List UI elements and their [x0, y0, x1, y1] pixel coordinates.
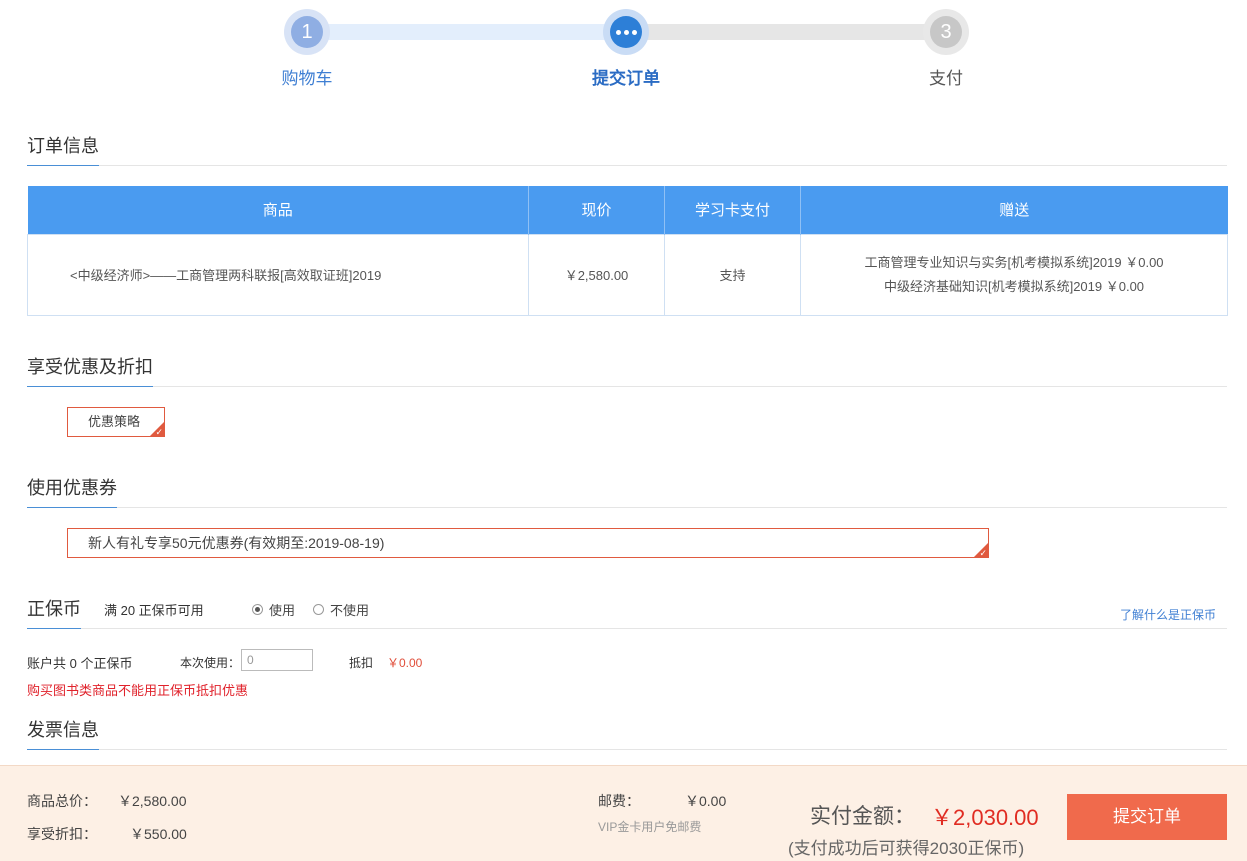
shipping-hint: VIP金卡用户免邮费 [598, 820, 702, 834]
step-number: 1 [291, 16, 323, 48]
shipping-label: 邮费： [598, 793, 640, 809]
coins-header: 正保币 [27, 597, 1227, 629]
pay-reward-note: (支付成功后可获得2030正保币) [788, 839, 1025, 858]
section-title: 订单信息 [27, 134, 99, 166]
discount-option-label: 优惠策略 [88, 414, 141, 429]
column-header-card-pay: 学习卡支付 [664, 186, 801, 234]
check-icon: ✓ [979, 548, 987, 558]
order-table: 商品 现价 学习卡支付 赠送 <中级经济师>——工商管理两科联报[高效取证班]2… [27, 186, 1228, 316]
step-pay-circle: 3 [923, 9, 969, 55]
section-title: 正保币 [27, 597, 81, 629]
table-header-row: 商品 现价 学习卡支付 赠送 [27, 186, 1228, 234]
total-price-value: ￥2,580.00 [118, 793, 187, 809]
coins-deduct-value: ￥0.00 [387, 656, 423, 670]
table-row: <中级经济师>——工商管理两科联报[高效取证班]2019 ￥2,580.00 支… [27, 233, 1228, 316]
gift-item: 中级经济基础知识[机考模拟系统]2019 ￥0.00 [883, 278, 1145, 294]
pay-amount-value: ￥2,030.00 [931, 805, 1039, 830]
more-dots-icon [610, 16, 642, 48]
coins-help-link[interactable]: 了解什么是正保币 [1120, 606, 1216, 623]
gift-item: 工商管理专业知识与实务[机考模拟系统]2019 ￥0.00 [864, 254, 1164, 270]
section-title: 发票信息 [27, 718, 99, 750]
coupon-header: 使用优惠券 [27, 476, 1227, 508]
section-title: 享受优惠及折扣 [27, 355, 153, 387]
order-info-header: 订单信息 [27, 134, 1227, 166]
coins-deduct-label: 抵扣 [349, 656, 374, 670]
coupon-option[interactable]: 新人有礼专享50元优惠券(有效期至:2019-08-19) ✓ [67, 528, 989, 558]
coins-not-use-radio[interactable]: 不使用 [313, 600, 369, 619]
card-pay-status: 支持 [664, 233, 801, 316]
radio-label: 不使用 [330, 603, 370, 618]
column-header-product: 商品 [27, 186, 529, 234]
checkout-steps: 1 3 购物车 提交订单 支付 [0, 0, 1247, 100]
coins-use-radio[interactable]: 使用 [252, 600, 295, 619]
product-price: ￥2,580.00 [528, 233, 665, 316]
progress-track-done [307, 24, 626, 40]
step-submit-label: 提交订单 [592, 69, 660, 88]
product-name: <中级经济师>——工商管理两科联报[高效取证班]2019 [27, 233, 529, 316]
coins-use-amount-input[interactable] [241, 649, 313, 671]
discount-option[interactable]: 优惠策略 ✓ [67, 407, 165, 437]
coins-balance: 账户共 0 个正保币 [27, 656, 133, 671]
coins-warning: 购买图书类商品不能用正保币抵扣优惠 [27, 683, 249, 698]
total-price-label: 商品总价： [27, 793, 97, 809]
coins-use-amount-label: 本次使用： [180, 656, 241, 670]
column-header-gift: 赠送 [800, 186, 1228, 234]
discount-label: 享受折扣： [27, 826, 97, 842]
step-cart-circle[interactable]: 1 [284, 9, 330, 55]
step-pay-label: 支付 [929, 69, 963, 88]
invoice-header: 发票信息 [27, 718, 1227, 750]
discount-header: 享受优惠及折扣 [27, 355, 1227, 387]
discount-value: ￥550.00 [130, 826, 187, 842]
radio-unchecked-icon [313, 604, 324, 615]
coins-condition: 满 20 正保币可用 [104, 603, 204, 618]
check-icon: ✓ [155, 427, 163, 437]
section-title: 使用优惠券 [27, 476, 117, 508]
radio-label: 使用 [269, 603, 296, 618]
progress-track-todo [626, 24, 946, 40]
radio-checked-icon [252, 604, 263, 615]
order-summary-bar: 商品总价： ￥2,580.00 享受折扣： ￥550.00 邮费： ￥0.00 … [0, 765, 1247, 861]
step-cart-label[interactable]: 购物车 [247, 64, 367, 89]
submit-order-button[interactable]: 提交订单 [1067, 794, 1227, 840]
coupon-option-label: 新人有礼专享50元优惠券(有效期至:2019-08-19) [88, 535, 385, 551]
shipping-value: ￥0.00 [685, 793, 727, 809]
column-header-price: 现价 [528, 186, 665, 234]
gift-list: 工商管理专业知识与实务[机考模拟系统]2019 ￥0.00 中级经济基础知识[机… [800, 233, 1228, 316]
step-submit-circle [603, 9, 649, 55]
pay-amount-label: 实付金额： [810, 805, 915, 828]
step-number: 3 [930, 16, 962, 48]
